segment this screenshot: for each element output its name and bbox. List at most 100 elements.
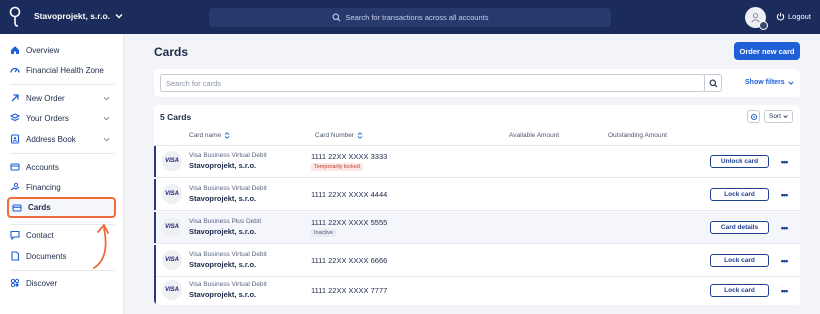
sort-button[interactable]: Sort <box>764 110 793 123</box>
visa-logo-icon: VISA <box>162 151 182 171</box>
search-icon <box>332 13 340 22</box>
sidebar: Overview Financial Health Zone New Order… <box>0 34 124 314</box>
chevron-down-icon <box>783 115 788 119</box>
orders-icon <box>10 113 20 123</box>
sidebar-item-label: Your Orders <box>26 113 69 123</box>
sidebar-item-label: Overview <box>26 45 60 55</box>
sort-label: Sort <box>769 113 781 120</box>
sort-arrows-icon <box>357 132 363 139</box>
card-search-input[interactable]: Search for cards <box>160 74 705 92</box>
more-options-button[interactable]: ••• <box>778 221 790 234</box>
card-type: Visa Business Virtual Debit <box>189 251 267 258</box>
filter-panel: Search for cards Show filters <box>154 69 800 97</box>
sidebar-item-financial-health-zone[interactable]: Financial Health Zone <box>10 62 116 78</box>
status-badge: Inactive <box>311 229 336 237</box>
row-accent-bar <box>154 212 156 243</box>
lock-card-button[interactable]: Lock card <box>710 284 769 297</box>
home-icon <box>10 45 20 55</box>
card-icon <box>12 203 22 213</box>
table-row[interactable]: VISA Visa Business Virtual Debit Stavopr… <box>154 275 800 305</box>
sidebar-item-label: Cards <box>28 203 51 212</box>
more-options-button[interactable]: ••• <box>778 155 790 168</box>
status-badge: Temporarily locked <box>311 163 363 171</box>
gauge-icon <box>10 65 20 75</box>
card-number: 1111 22XX XXXX 6666 <box>311 256 388 265</box>
table-row[interactable]: VISA Visa Business Virtual Debit Stavopr… <box>154 146 800 178</box>
top-bar: Stavoprojekt, s.r.o. Search for transact… <box>0 0 820 34</box>
sidebar-item-label: Address Book <box>26 134 76 144</box>
divider <box>10 153 114 154</box>
annotation-arrow-icon <box>93 224 109 269</box>
visa-logo-icon: VISA <box>162 280 182 300</box>
table-row[interactable]: VISA Visa Business Plus Debit Stavoproje… <box>154 212 800 244</box>
table-row[interactable]: VISA Visa Business Virtual Debit Stavopr… <box>154 179 800 211</box>
lock-card-button[interactable]: Lock card <box>710 188 769 201</box>
sidebar-item-label: Documents <box>26 251 67 261</box>
card-holder: Stavoprojekt, s.r.o. <box>189 290 257 299</box>
sidebar-item-accounts[interactable]: Accounts <box>10 159 116 175</box>
sidebar-item-cards[interactable]: Cards <box>7 197 116 218</box>
chevron-down-icon <box>788 81 794 85</box>
global-search-input[interactable]: Search for transactions across all accou… <box>209 8 611 27</box>
gear-icon <box>750 113 757 120</box>
card-holder: Stavoprojekt, s.r.o. <box>189 161 257 170</box>
document-icon <box>10 251 20 261</box>
discover-icon <box>10 278 20 288</box>
cards-count: 5 Cards <box>160 112 192 122</box>
column-header-outstanding-amount: Outstanding Amount <box>608 132 667 139</box>
sidebar-item-label: Discover <box>26 278 58 288</box>
more-options-button[interactable]: ••• <box>778 284 790 297</box>
company-name: Stavoprojekt, s.r.o. <box>34 11 111 21</box>
card-type: Visa Business Plus Debit <box>189 218 262 225</box>
unlock-card-button[interactable]: Unlock card <box>710 155 769 168</box>
sort-arrows-icon <box>224 132 230 139</box>
card-type: Visa Business Virtual Debit <box>189 185 267 192</box>
visa-logo-icon: VISA <box>162 217 182 237</box>
card-type: Visa Business Virtual Debit <box>189 281 267 288</box>
global-search-placeholder: Search for transactions across all accou… <box>345 13 489 22</box>
logout-button[interactable]: Logout <box>776 12 811 21</box>
sidebar-item-label: Contact <box>26 230 54 240</box>
search-button[interactable] <box>704 74 722 92</box>
company-switcher[interactable]: Stavoprojekt, s.r.o. <box>34 11 123 21</box>
card-search-placeholder: Search for cards <box>166 78 222 88</box>
card-number: 1111 22XX XXXX 5555 <box>311 218 388 227</box>
sidebar-item-address-book[interactable]: Address Book <box>10 131 116 147</box>
show-filters-button[interactable]: Show filters <box>745 79 794 86</box>
logout-label: Logout <box>788 12 811 21</box>
sidebar-item-label: Financing <box>26 182 61 192</box>
column-header-label: Outstanding Amount <box>608 132 667 139</box>
column-header-available-amount: Available Amount <box>509 132 559 139</box>
sidebar-item-overview[interactable]: Overview <box>10 42 116 58</box>
column-header-card-number[interactable]: Card Number <box>315 132 363 139</box>
visa-logo-icon: VISA <box>162 184 182 204</box>
more-options-button[interactable]: ••• <box>778 254 790 267</box>
avatar[interactable] <box>745 7 768 30</box>
financing-icon <box>10 182 20 192</box>
logo-icon[interactable] <box>8 6 22 28</box>
card-number: 1111 22XX XXXX 4444 <box>311 190 388 199</box>
chevron-down-icon <box>103 116 110 121</box>
more-options-button[interactable]: ••• <box>778 188 790 201</box>
column-header-label: Card name <box>189 132 222 139</box>
sidebar-item-label: Accounts <box>26 162 59 172</box>
page-title: Cards <box>154 45 189 59</box>
accounts-icon <box>10 162 20 172</box>
search-icon <box>709 79 717 87</box>
show-filters-label: Show filters <box>745 79 785 86</box>
order-new-card-button[interactable]: Order new card <box>734 42 800 60</box>
row-accent-bar <box>154 179 156 210</box>
sidebar-item-your-orders[interactable]: Your Orders <box>10 110 116 126</box>
sidebar-item-financing[interactable]: Financing <box>10 179 116 195</box>
lock-card-button[interactable]: Lock card <box>710 254 769 267</box>
sidebar-item-discover[interactable]: Discover <box>10 275 116 291</box>
card-details-button[interactable]: Card details <box>710 221 769 234</box>
sidebar-item-label: New Order <box>26 93 65 103</box>
sidebar-item-new-order[interactable]: New Order <box>10 90 116 106</box>
row-accent-bar <box>154 146 156 177</box>
chevron-down-icon <box>103 96 110 101</box>
table-settings-button[interactable] <box>747 110 760 123</box>
table-row[interactable]: VISA Visa Business Virtual Debit Stavopr… <box>154 245 800 277</box>
chat-icon <box>10 230 20 240</box>
column-header-card-name[interactable]: Card name <box>189 132 230 139</box>
